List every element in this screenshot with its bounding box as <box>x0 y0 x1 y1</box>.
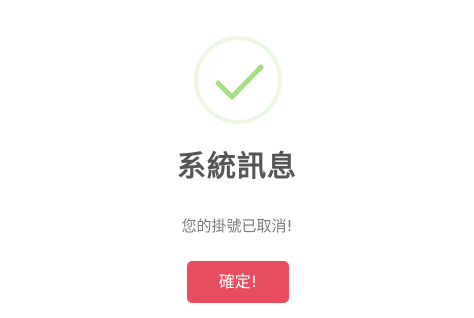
dialog-title: 系統訊息 <box>176 149 297 183</box>
success-check-icon <box>194 36 282 124</box>
system-message-dialog: 系統訊息 您的掛號已取消! 確定! <box>0 0 474 318</box>
confirm-button[interactable]: 確定! <box>187 261 289 303</box>
dialog-message: 您的掛號已取消! <box>181 217 293 235</box>
